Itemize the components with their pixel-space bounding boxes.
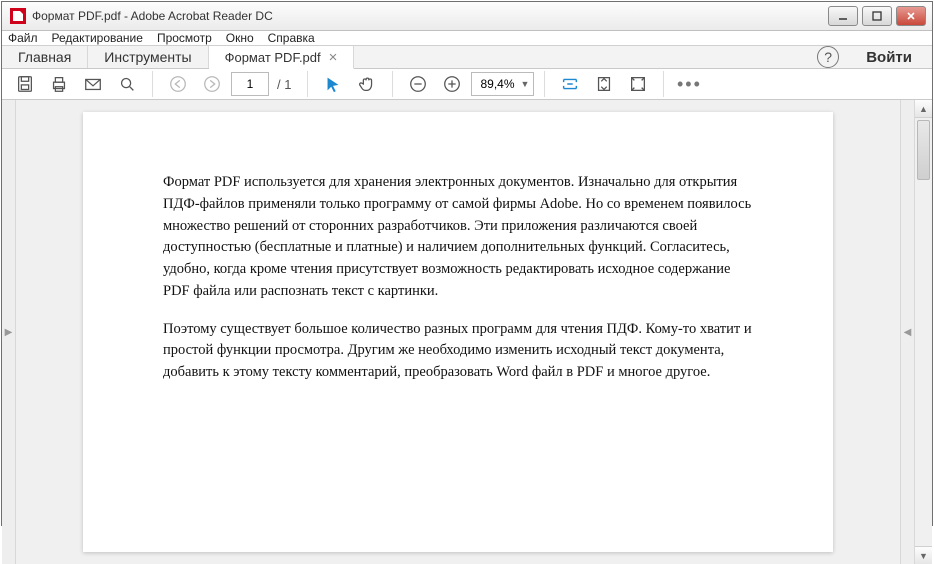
print-button[interactable] bbox=[44, 69, 74, 99]
search-button[interactable] bbox=[112, 69, 142, 99]
tab-close-icon[interactable]: × bbox=[329, 49, 338, 66]
pdf-page: Формат PDF используется для хранения эле… bbox=[83, 112, 833, 552]
scroll-down-button[interactable]: ▼ bbox=[915, 546, 932, 564]
scroll-up-button[interactable]: ▲ bbox=[915, 100, 932, 118]
zoom-out-button[interactable] bbox=[403, 69, 433, 99]
menu-view[interactable]: Просмотр bbox=[157, 31, 212, 45]
more-tools-button[interactable]: ••• bbox=[674, 69, 704, 99]
window-controls bbox=[826, 2, 932, 30]
window-title: Формат PDF.pdf - Adobe Acrobat Reader DC bbox=[32, 9, 273, 23]
signin-button[interactable]: Войти bbox=[846, 46, 932, 68]
help-icon: ? bbox=[817, 46, 839, 68]
document-area: ▶ Формат PDF используется для хранения э… bbox=[2, 100, 932, 564]
menu-file[interactable]: Файл bbox=[8, 31, 38, 45]
tab-tools[interactable]: Инструменты bbox=[88, 46, 208, 68]
tab-document[interactable]: Формат PDF.pdf × bbox=[209, 46, 355, 69]
menu-edit[interactable]: Редактирование bbox=[52, 31, 143, 45]
titlebar: Формат PDF.pdf - Adobe Acrobat Reader DC bbox=[2, 2, 932, 31]
fit-width-button[interactable] bbox=[555, 69, 585, 99]
next-page-button[interactable] bbox=[197, 69, 227, 99]
paragraph-2: Поэтому существует большое количество ра… bbox=[163, 319, 753, 384]
chevron-down-icon: ▼ bbox=[521, 79, 530, 89]
menu-window[interactable]: Окно bbox=[226, 31, 254, 45]
prev-page-button[interactable] bbox=[163, 69, 193, 99]
email-button[interactable] bbox=[78, 69, 108, 99]
zoom-level-value: 89,4% bbox=[480, 77, 514, 91]
save-button[interactable] bbox=[10, 69, 40, 99]
app-window: Формат PDF.pdf - Adobe Acrobat Reader DC… bbox=[1, 1, 933, 526]
app-icon bbox=[10, 8, 26, 24]
page-total-label: / 1 bbox=[277, 77, 291, 92]
menubar: Файл Редактирование Просмотр Окно Справк… bbox=[2, 31, 932, 46]
page-viewport[interactable]: Формат PDF используется для хранения эле… bbox=[16, 100, 900, 564]
maximize-button[interactable] bbox=[862, 6, 892, 26]
chevron-left-icon: ◀ bbox=[904, 327, 912, 338]
zoom-in-button[interactable] bbox=[437, 69, 467, 99]
more-icon: ••• bbox=[677, 74, 702, 95]
chevron-right-icon: ▶ bbox=[5, 327, 13, 338]
toolbar: / 1 89,4% ▼ ••• bbox=[2, 69, 932, 100]
tabs-row: Главная Инструменты Формат PDF.pdf × ? В… bbox=[2, 46, 932, 69]
zoom-level-select[interactable]: 89,4% ▼ bbox=[471, 72, 534, 96]
page-number-input[interactable] bbox=[231, 72, 269, 96]
minimize-button[interactable] bbox=[828, 6, 858, 26]
close-button[interactable] bbox=[896, 6, 926, 26]
help-button[interactable]: ? bbox=[810, 46, 846, 68]
fullscreen-button[interactable] bbox=[623, 69, 653, 99]
scroll-thumb[interactable] bbox=[917, 120, 930, 180]
left-panel-handle[interactable]: ▶ bbox=[2, 100, 16, 564]
vertical-scrollbar[interactable]: ▲ ▼ bbox=[914, 100, 932, 564]
paragraph-1: Формат PDF используется для хранения эле… bbox=[163, 172, 753, 303]
tab-document-label: Формат PDF.pdf bbox=[225, 50, 321, 65]
right-panel-handle[interactable]: ◀ bbox=[900, 100, 914, 564]
tab-home[interactable]: Главная bbox=[2, 46, 88, 68]
hand-tool-button[interactable] bbox=[352, 69, 382, 99]
fit-page-button[interactable] bbox=[589, 69, 619, 99]
selection-tool-button[interactable] bbox=[318, 69, 348, 99]
menu-help[interactable]: Справка bbox=[268, 31, 315, 45]
